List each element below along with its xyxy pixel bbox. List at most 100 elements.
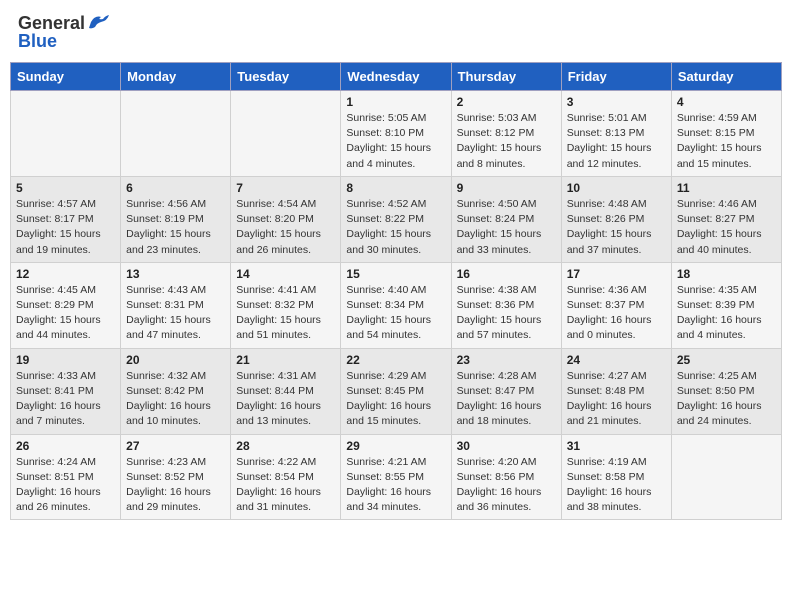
calendar-week-row: 5 Sunrise: 4:57 AMSunset: 8:17 PMDaylight… — [11, 176, 782, 262]
day-info: Sunrise: 4:20 AMSunset: 8:56 PMDaylight:… — [457, 455, 556, 516]
day-info: Sunrise: 5:01 AMSunset: 8:13 PMDaylight:… — [567, 111, 666, 172]
day-number: 29 — [346, 439, 445, 453]
day-number: 10 — [567, 181, 666, 195]
logo-general-text: General — [18, 14, 85, 32]
logo: General Blue — [18, 14, 109, 50]
calendar-day-cell: 22 Sunrise: 4:29 AMSunset: 8:45 PMDayligh… — [341, 348, 451, 434]
calendar-day-cell: 4 Sunrise: 4:59 AMSunset: 8:15 PMDaylight… — [671, 91, 781, 177]
calendar-day-cell: 21Sunrise: 4:31 AMSunset: 8:44 PMDayligh… — [231, 348, 341, 434]
logo-blue-text: Blue — [18, 32, 57, 50]
calendar-day-cell — [231, 91, 341, 177]
day-info: Sunrise: 4:23 AMSunset: 8:52 PMDaylight:… — [126, 455, 225, 516]
day-number: 16 — [457, 267, 556, 281]
day-info: Sunrise: 4:38 AMSunset: 8:36 PMDaylight:… — [457, 283, 556, 344]
calendar-week-row: 1Sunrise: 5:05 AMSunset: 8:10 PMDaylight… — [11, 91, 782, 177]
calendar-day-cell: 20 Sunrise: 4:32 AMSunset: 8:42 PMDayligh… — [121, 348, 231, 434]
calendar-day-cell: 28Sunrise: 4:22 AMSunset: 8:54 PMDayligh… — [231, 434, 341, 520]
calendar-day-cell — [11, 91, 121, 177]
calendar-day-cell — [671, 434, 781, 520]
day-number: 4 — [677, 95, 776, 109]
calendar-week-row: 12Sunrise: 4:45 AMSunset: 8:29 PMDayligh… — [11, 262, 782, 348]
calendar-day-cell: 25 Sunrise: 4:25 AMSunset: 8:50 PMDayligh… — [671, 348, 781, 434]
day-info: Sunrise: 4:46 AMSunset: 8:27 PMDaylight:… — [677, 197, 776, 258]
calendar-day-cell: 2 Sunrise: 5:03 AMSunset: 8:12 PMDaylight… — [451, 91, 561, 177]
calendar-day-cell: 6 Sunrise: 4:56 AMSunset: 8:19 PMDaylight… — [121, 176, 231, 262]
logo-bird-icon — [87, 13, 109, 31]
calendar-day-cell: 23Sunrise: 4:28 AMSunset: 8:47 PMDayligh… — [451, 348, 561, 434]
calendar-day-cell: 3 Sunrise: 5:01 AMSunset: 8:13 PMDaylight… — [561, 91, 671, 177]
calendar-day-cell: 11 Sunrise: 4:46 AMSunset: 8:27 PMDayligh… — [671, 176, 781, 262]
calendar-day-cell: 30Sunrise: 4:20 AMSunset: 8:56 PMDayligh… — [451, 434, 561, 520]
calendar-day-cell: 31Sunrise: 4:19 AMSunset: 8:58 PMDayligh… — [561, 434, 671, 520]
calendar-week-row: 26 Sunrise: 4:24 AMSunset: 8:51 PMDayligh… — [11, 434, 782, 520]
day-number: 3 — [567, 95, 666, 109]
day-info: Sunrise: 4:54 AMSunset: 8:20 PMDaylight:… — [236, 197, 335, 258]
day-info: Sunrise: 4:32 AMSunset: 8:42 PMDaylight:… — [126, 369, 225, 430]
day-number: 7 — [236, 181, 335, 195]
calendar-day-cell — [121, 91, 231, 177]
day-number: 5 — [16, 181, 115, 195]
day-number: 28 — [236, 439, 335, 453]
day-number: 27 — [126, 439, 225, 453]
calendar-day-cell: 29 Sunrise: 4:21 AMSunset: 8:55 PMDayligh… — [341, 434, 451, 520]
calendar-table: SundayMondayTuesdayWednesdayThursdayFrid… — [10, 62, 782, 520]
calendar-day-cell: 27 Sunrise: 4:23 AMSunset: 8:52 PMDayligh… — [121, 434, 231, 520]
calendar-day-header: Thursday — [451, 63, 561, 91]
calendar-day-cell: 16 Sunrise: 4:38 AMSunset: 8:36 PMDayligh… — [451, 262, 561, 348]
calendar-day-cell: 24 Sunrise: 4:27 AMSunset: 8:48 PMDayligh… — [561, 348, 671, 434]
day-info: Sunrise: 4:57 AMSunset: 8:17 PMDaylight:… — [16, 197, 115, 258]
day-info: Sunrise: 4:29 AMSunset: 8:45 PMDaylight:… — [346, 369, 445, 430]
calendar-day-cell: 12Sunrise: 4:45 AMSunset: 8:29 PMDayligh… — [11, 262, 121, 348]
day-info: Sunrise: 4:25 AMSunset: 8:50 PMDaylight:… — [677, 369, 776, 430]
page-header: General Blue — [10, 10, 782, 54]
day-number: 19 — [16, 353, 115, 367]
day-info: Sunrise: 4:36 AMSunset: 8:37 PMDaylight:… — [567, 283, 666, 344]
day-number: 24 — [567, 353, 666, 367]
calendar-day-cell: 19 Sunrise: 4:33 AMSunset: 8:41 PMDayligh… — [11, 348, 121, 434]
day-number: 15 — [346, 267, 445, 281]
day-info: Sunrise: 4:21 AMSunset: 8:55 PMDaylight:… — [346, 455, 445, 516]
calendar-day-cell: 9Sunrise: 4:50 AMSunset: 8:24 PMDaylight… — [451, 176, 561, 262]
calendar-day-cell: 18 Sunrise: 4:35 AMSunset: 8:39 PMDayligh… — [671, 262, 781, 348]
day-number: 22 — [346, 353, 445, 367]
calendar-day-cell: 7 Sunrise: 4:54 AMSunset: 8:20 PMDaylight… — [231, 176, 341, 262]
day-number: 6 — [126, 181, 225, 195]
day-number: 8 — [346, 181, 445, 195]
day-number: 20 — [126, 353, 225, 367]
calendar-header-row: SundayMondayTuesdayWednesdayThursdayFrid… — [11, 63, 782, 91]
day-number: 14 — [236, 267, 335, 281]
day-number: 1 — [346, 95, 445, 109]
day-number: 23 — [457, 353, 556, 367]
calendar-day-header: Wednesday — [341, 63, 451, 91]
calendar-week-row: 19 Sunrise: 4:33 AMSunset: 8:41 PMDayligh… — [11, 348, 782, 434]
day-info: Sunrise: 4:59 AMSunset: 8:15 PMDaylight:… — [677, 111, 776, 172]
day-info: Sunrise: 4:43 AMSunset: 8:31 PMDaylight:… — [126, 283, 225, 344]
day-number: 18 — [677, 267, 776, 281]
calendar-day-header: Tuesday — [231, 63, 341, 91]
day-info: Sunrise: 4:35 AMSunset: 8:39 PMDaylight:… — [677, 283, 776, 344]
day-number: 2 — [457, 95, 556, 109]
day-info: Sunrise: 4:45 AMSunset: 8:29 PMDaylight:… — [16, 283, 115, 344]
day-info: Sunrise: 4:52 AMSunset: 8:22 PMDaylight:… — [346, 197, 445, 258]
day-info: Sunrise: 4:56 AMSunset: 8:19 PMDaylight:… — [126, 197, 225, 258]
day-info: Sunrise: 4:31 AMSunset: 8:44 PMDaylight:… — [236, 369, 335, 430]
calendar-day-header: Monday — [121, 63, 231, 91]
calendar-day-cell: 10Sunrise: 4:48 AMSunset: 8:26 PMDayligh… — [561, 176, 671, 262]
day-info: Sunrise: 4:19 AMSunset: 8:58 PMDaylight:… — [567, 455, 666, 516]
day-info: Sunrise: 4:27 AMSunset: 8:48 PMDaylight:… — [567, 369, 666, 430]
day-info: Sunrise: 4:40 AMSunset: 8:34 PMDaylight:… — [346, 283, 445, 344]
day-number: 11 — [677, 181, 776, 195]
calendar-day-cell: 14Sunrise: 4:41 AMSunset: 8:32 PMDayligh… — [231, 262, 341, 348]
calendar-day-header: Sunday — [11, 63, 121, 91]
day-number: 9 — [457, 181, 556, 195]
day-info: Sunrise: 4:24 AMSunset: 8:51 PMDaylight:… — [16, 455, 115, 516]
day-info: Sunrise: 5:03 AMSunset: 8:12 PMDaylight:… — [457, 111, 556, 172]
calendar-day-cell: 1Sunrise: 5:05 AMSunset: 8:10 PMDaylight… — [341, 91, 451, 177]
day-info: Sunrise: 4:33 AMSunset: 8:41 PMDaylight:… — [16, 369, 115, 430]
day-number: 25 — [677, 353, 776, 367]
calendar-day-cell: 8 Sunrise: 4:52 AMSunset: 8:22 PMDaylight… — [341, 176, 451, 262]
calendar-day-header: Saturday — [671, 63, 781, 91]
day-number: 17 — [567, 267, 666, 281]
day-number: 26 — [16, 439, 115, 453]
day-number: 13 — [126, 267, 225, 281]
